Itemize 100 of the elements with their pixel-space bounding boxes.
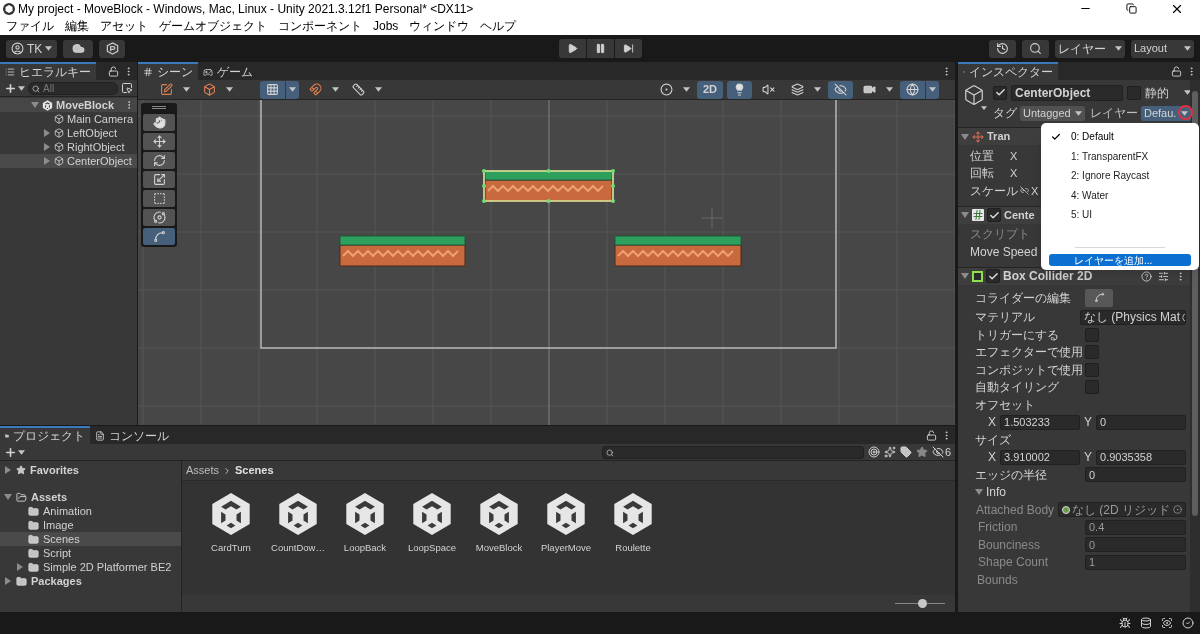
scene-asset[interactable]: MoveBlock xyxy=(467,492,531,556)
scene-asset[interactable]: CountDow… xyxy=(266,492,330,556)
account-button[interactable]: TK xyxy=(6,39,58,58)
step-button[interactable] xyxy=(615,39,642,58)
checkbox[interactable] xyxy=(1085,327,1099,342)
panel-tab[interactable]: シーン xyxy=(138,62,198,80)
collab-button[interactable] xyxy=(99,39,126,58)
checkbox[interactable] xyxy=(986,269,1000,283)
scene-asset-icon xyxy=(611,492,655,536)
cloud-button[interactable] xyxy=(63,39,94,58)
menu-item[interactable]: ゲームオブジェクト xyxy=(159,17,267,35)
checkbox[interactable] xyxy=(1085,380,1099,395)
foldout-label[interactable]: Info xyxy=(986,483,1006,502)
dropdown-button[interactable] xyxy=(286,80,299,99)
magnet-icon xyxy=(309,83,322,96)
scene-toggle-button[interactable] xyxy=(828,80,853,99)
tool-button[interactable] xyxy=(143,190,175,207)
list-icon xyxy=(5,67,15,77)
folder-tree-item[interactable]: Scenes xyxy=(0,532,181,546)
object-name-field[interactable]: CenterObject xyxy=(1011,84,1123,101)
hierarchy-item[interactable]: RightObject xyxy=(0,140,137,154)
menu-option[interactable]: 4: Water xyxy=(1041,185,1199,205)
scene-asset[interactable]: PlayerMove xyxy=(534,492,598,556)
menu-option[interactable]: 1: TransparentFX xyxy=(1041,146,1199,166)
breadcrumb-item[interactable]: Scenes xyxy=(235,462,274,479)
hidden-packages-button[interactable]: 6 xyxy=(931,443,951,461)
checkbox[interactable] xyxy=(1085,362,1099,377)
caret-icon xyxy=(1115,46,1122,51)
pause-button[interactable] xyxy=(587,39,614,58)
menu-item[interactable]: 編集 xyxy=(65,17,89,35)
menu-option[interactable]: 5: UI xyxy=(1041,205,1199,225)
value-field[interactable]: 1.503233 xyxy=(1000,414,1080,430)
value-field[interactable]: 0 xyxy=(1096,414,1186,430)
hexagon-icon xyxy=(105,42,119,55)
scene-asset[interactable]: CardTurn xyxy=(199,492,263,556)
tag-dropdown[interactable]: Untagged xyxy=(1020,105,1085,121)
scene-toggle-button[interactable] xyxy=(727,80,752,99)
value-field[interactable]: なし (Physics Mat xyxy=(1080,309,1186,325)
caret-icon xyxy=(18,449,25,455)
add-button[interactable] xyxy=(4,445,25,459)
panel-tab[interactable]: プロジェクト xyxy=(0,426,90,444)
checkbox[interactable] xyxy=(987,208,1001,222)
folder-tree-item[interactable]: Packages xyxy=(0,574,181,588)
search-field[interactable]: All xyxy=(28,81,118,95)
folder-tree-item[interactable]: Script xyxy=(0,546,181,560)
scene-asset-icon xyxy=(343,492,387,536)
folder-tree-item[interactable]: Simple 2D Platformer BE2 xyxy=(0,560,181,574)
menu-option[interactable]: 2: Ignore Raycast xyxy=(1041,166,1199,186)
checkbox[interactable] xyxy=(1127,85,1141,100)
breadcrumb-item[interactable]: Assets xyxy=(186,462,219,479)
scene-toggle-button[interactable]: 2D xyxy=(696,80,723,99)
menu-item[interactable]: コンポーネント xyxy=(278,17,362,35)
panel-tab[interactable]: インスペクター xyxy=(958,62,1058,80)
scene-toggle-button[interactable] xyxy=(260,80,285,99)
menu-item[interactable]: ファイル xyxy=(6,17,54,35)
scene-asset[interactable]: LoopBack xyxy=(333,492,397,556)
menu-item[interactable]: Jobs xyxy=(373,17,399,35)
add-button[interactable] xyxy=(4,81,25,95)
scene-row[interactable]: MoveBlock xyxy=(0,98,137,112)
history-button[interactable] xyxy=(989,39,1016,58)
edit-collider-button[interactable] xyxy=(1085,288,1113,307)
folder-tree-item[interactable]: Assets xyxy=(0,490,181,504)
value-field[interactable]: 0.9035358 xyxy=(1096,449,1186,465)
play-button[interactable] xyxy=(559,39,586,58)
value-field[interactable]: 0 xyxy=(1085,467,1186,483)
value-field[interactable]: 3.910002 xyxy=(1000,449,1080,465)
menu-option[interactable]: 0: Default xyxy=(1041,127,1199,147)
checkbox[interactable] xyxy=(1085,345,1099,360)
scene-toggle-button[interactable] xyxy=(900,80,925,99)
tool-button[interactable] xyxy=(143,171,175,188)
hierarchy-item[interactable]: Main Camera xyxy=(0,112,137,126)
hierarchy-item[interactable]: LeftObject xyxy=(0,126,137,140)
field-label: Attached Body xyxy=(976,501,1056,519)
hierarchy-item[interactable]: CenterObject xyxy=(0,154,137,168)
folder-tree-item[interactable]: Animation xyxy=(0,504,181,518)
layers-dropdown[interactable]: レイヤー xyxy=(1055,39,1125,58)
folder-tree-item[interactable]: Favorites xyxy=(0,463,181,477)
menu-item[interactable]: アセット xyxy=(100,17,148,35)
tool-button[interactable] xyxy=(143,114,175,131)
zoom-slider[interactable] xyxy=(895,599,945,608)
rotate-icon xyxy=(152,154,166,167)
scene-asset[interactable]: Roulette xyxy=(601,492,665,556)
tool-button[interactable] xyxy=(143,133,175,150)
menu-item[interactable]: ウィンドウ xyxy=(409,17,470,35)
folder-tree-item[interactable]: Image xyxy=(0,518,181,532)
panel-tab[interactable]: ヒエラルキー xyxy=(0,62,96,80)
checkbox[interactable] xyxy=(993,85,1007,100)
menu-option[interactable]: レイヤーを追加... xyxy=(1049,254,1191,266)
menu-item[interactable]: ヘルプ xyxy=(480,17,517,35)
scene-asset[interactable]: LoopSpace xyxy=(400,492,464,556)
search-button[interactable] xyxy=(1022,39,1049,58)
dropdown-button[interactable] xyxy=(926,80,939,99)
tool-button[interactable] xyxy=(143,228,175,245)
tool-button[interactable] xyxy=(143,209,175,226)
layout-dropdown[interactable]: Layout xyxy=(1131,39,1194,58)
tool-button[interactable] xyxy=(143,152,175,169)
search-field[interactable] xyxy=(601,445,864,459)
transform-icon xyxy=(152,211,166,224)
axis-label: X xyxy=(988,414,996,432)
layer-dropdown[interactable]: Defau. xyxy=(1141,105,1191,121)
